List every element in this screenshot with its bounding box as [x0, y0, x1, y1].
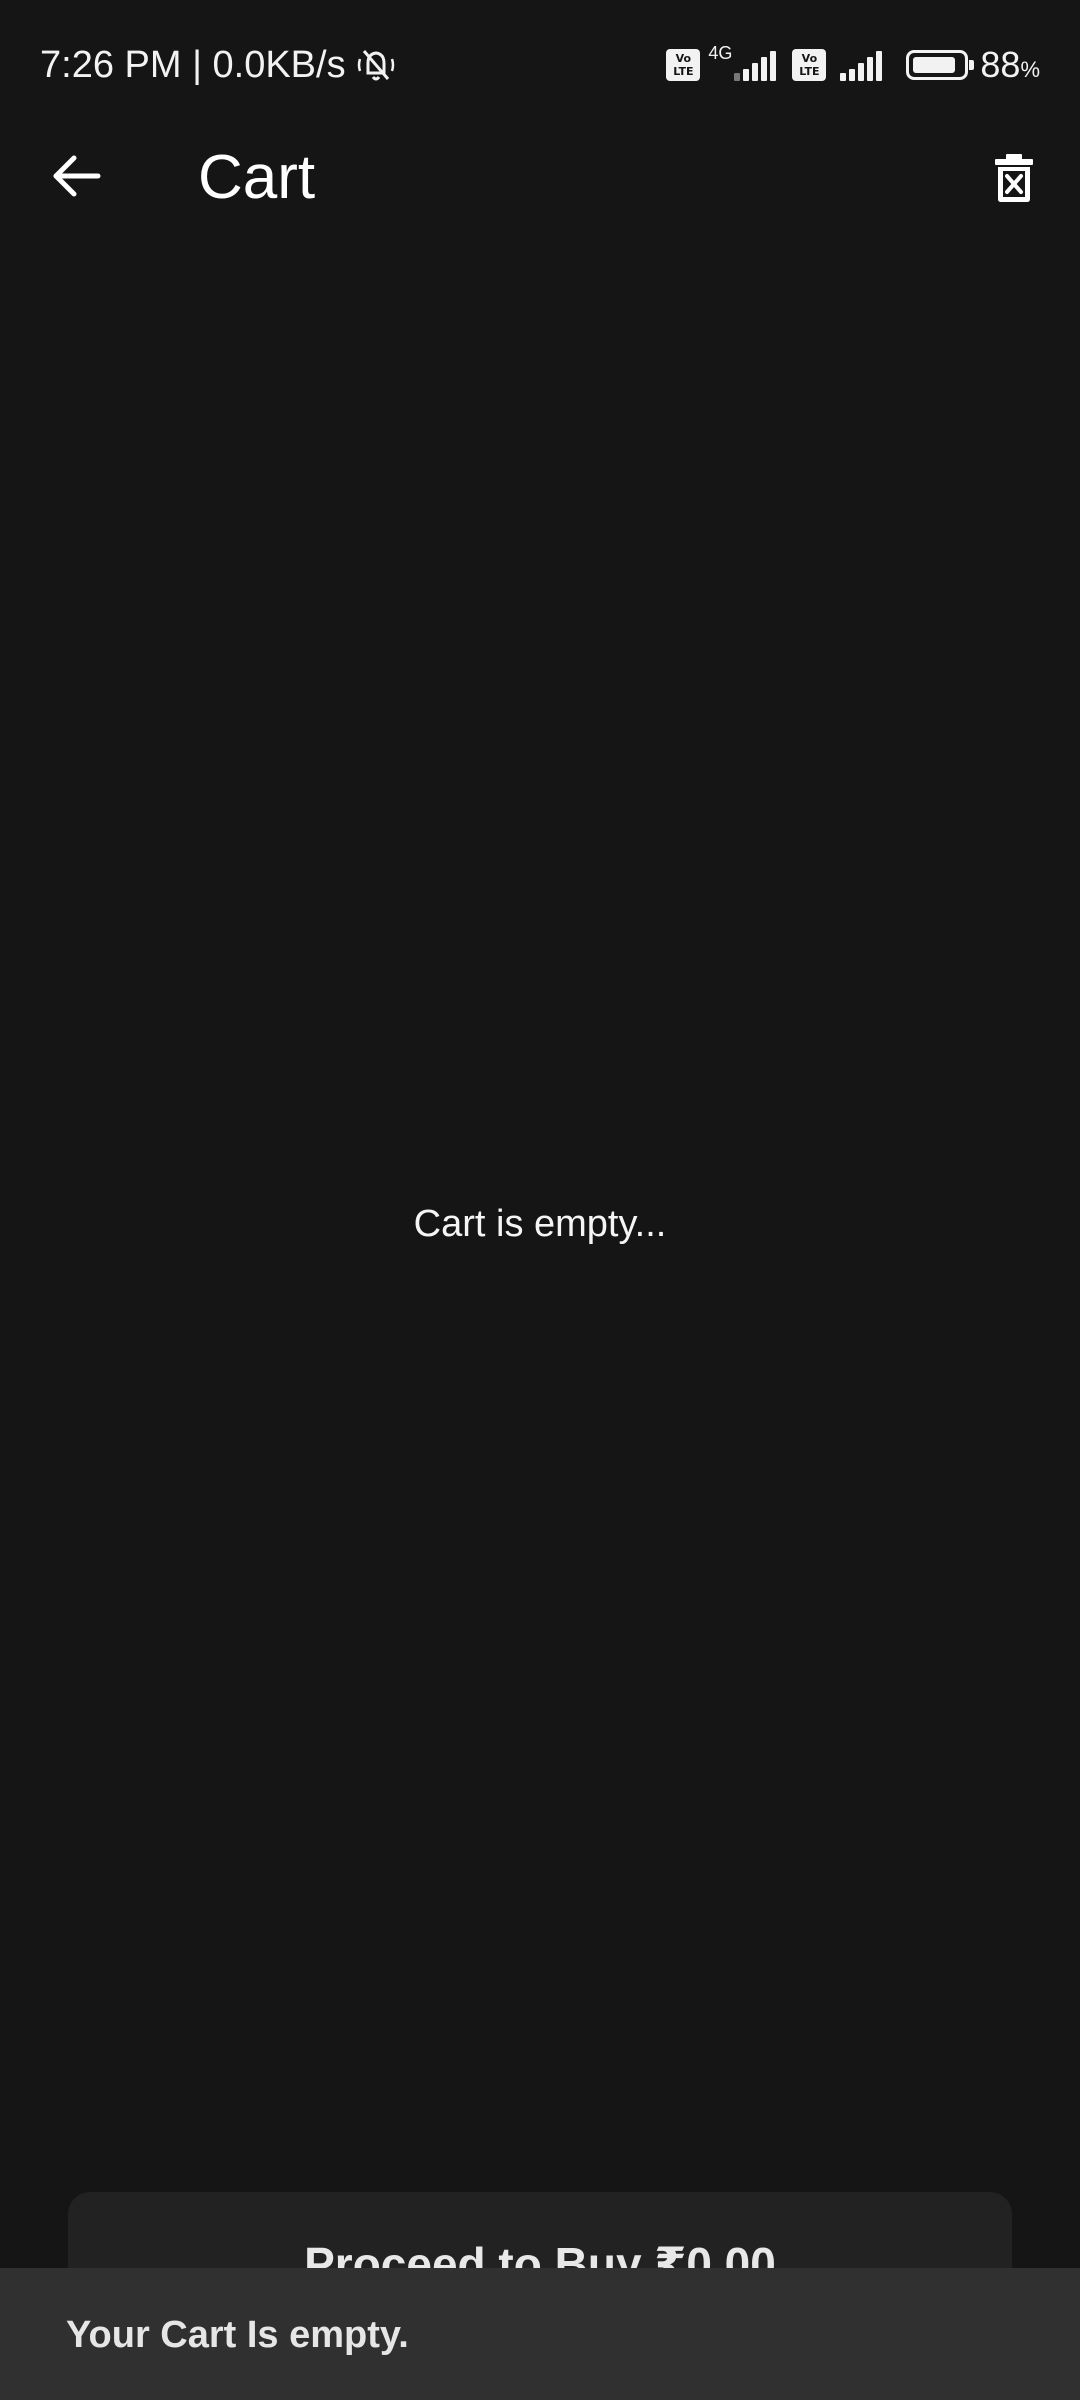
- snackbar-message: Your Cart Is empty.: [66, 2314, 409, 2356]
- volte-badge-sim2: Vo LTE: [792, 49, 827, 81]
- network-type: 4G: [708, 42, 733, 63]
- delete-x-icon: [994, 153, 1034, 208]
- battery-icon: [906, 50, 975, 80]
- page-title: Cart: [198, 143, 316, 212]
- signal-icon-sim1: [734, 49, 777, 81]
- arrow-left-icon: [50, 154, 102, 203]
- empty-cart-message: Cart is empty...: [413, 1203, 667, 1245]
- status-right: Vo LTE 4G Vo LTE 88%: [666, 40, 1040, 90]
- status-left: 7:26 PM | 0.0KB/s: [40, 40, 398, 90]
- snackbar: Your Cart Is empty.: [0, 2268, 1080, 2400]
- volte-badge-sim1: Vo LTE: [666, 49, 701, 81]
- bell-off-icon: [354, 45, 398, 85]
- status-time-speed: 7:26 PM | 0.0KB/s: [40, 44, 346, 86]
- app-bar: Cart: [0, 130, 1080, 226]
- signal-icon-sim2: [840, 49, 883, 81]
- status-bar: 7:26 PM | 0.0KB/s Vo LTE 4G Vo LTE 88%: [0, 0, 1080, 130]
- back-button[interactable]: [34, 144, 118, 212]
- clear-cart-button[interactable]: [978, 144, 1050, 216]
- battery-percent: 88%: [980, 44, 1040, 85]
